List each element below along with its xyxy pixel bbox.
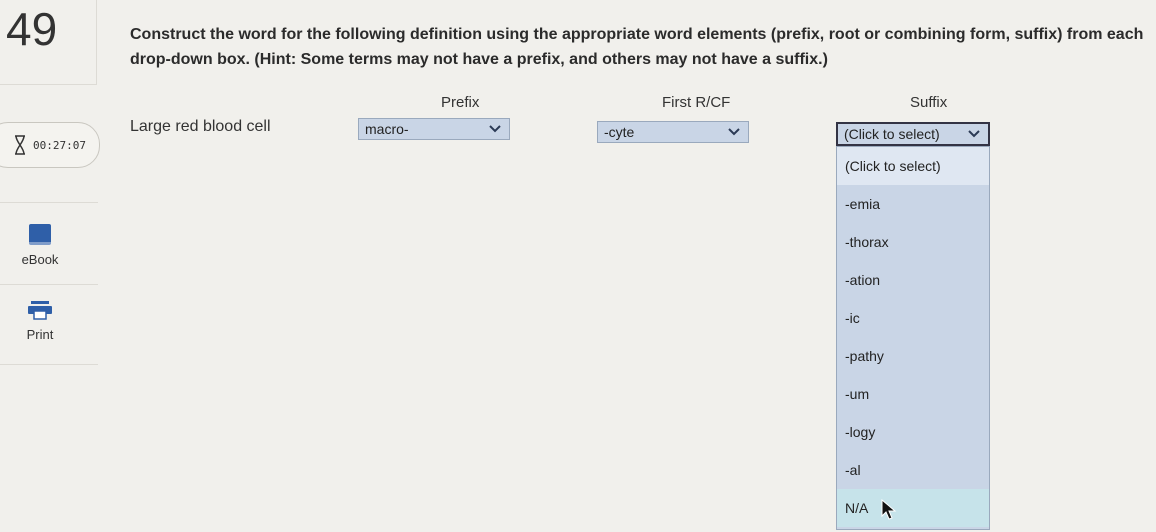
suffix-option[interactable]: -logy — [837, 413, 989, 451]
suffix-dropdown-list[interactable]: (Click to select) -emia -thorax -ation -… — [836, 146, 990, 530]
ebook-button[interactable]: eBook — [0, 224, 80, 268]
chevron-down-icon — [728, 128, 740, 136]
mouse-cursor-icon — [881, 499, 897, 520]
chevron-down-icon — [968, 130, 980, 138]
book-icon — [29, 224, 51, 245]
suffix-option[interactable]: -pathy — [837, 337, 989, 375]
root-select-value: -cyte — [604, 124, 635, 140]
suffix-select[interactable]: (Click to select) — [836, 122, 990, 146]
left-sidebar: 49 00:27:07 eBook Print — [0, 0, 100, 532]
printer-icon — [28, 301, 52, 320]
print-label: Print — [26, 327, 54, 342]
suffix-option-label: N/A — [845, 500, 869, 516]
definition-text: Large red blood cell — [130, 118, 271, 135]
ebook-label: eBook — [21, 252, 59, 267]
suffix-header: Suffix — [910, 94, 948, 111]
root-select[interactable]: -cyte — [597, 121, 749, 143]
sidebar-divider — [0, 364, 98, 365]
hourglass-icon — [15, 135, 25, 155]
prefix-header: Prefix — [441, 94, 480, 111]
sidebar-divider — [0, 202, 98, 203]
root-header: First R/CF — [662, 94, 731, 111]
suffix-option[interactable]: -um — [837, 375, 989, 413]
sidebar-divider — [0, 284, 98, 285]
instructions-text: Construct the word for the following def… — [130, 26, 1144, 68]
timer-value: 00:27:07 — [33, 138, 86, 152]
suffix-option[interactable]: (Click to select) — [837, 147, 989, 185]
suffix-option[interactable]: -thorax — [837, 223, 989, 261]
suffix-option[interactable]: -al — [837, 451, 989, 489]
question-number-box: 49 — [0, 0, 97, 85]
prefix-select[interactable]: macro- — [358, 118, 510, 140]
chevron-down-icon — [489, 125, 501, 133]
timer[interactable]: 00:27:07 — [0, 122, 100, 168]
suffix-select-value: (Click to select) — [844, 126, 940, 142]
prefix-select-value: macro- — [365, 121, 409, 137]
suffix-option[interactable]: -ic — [837, 299, 989, 337]
suffix-option[interactable]: -emia — [837, 185, 989, 223]
print-button[interactable]: Print — [0, 300, 80, 343]
suffix-option-hovered[interactable]: N/A — [837, 489, 989, 527]
suffix-option[interactable]: -ation — [837, 261, 989, 299]
question-number: 49 — [6, 3, 58, 55]
